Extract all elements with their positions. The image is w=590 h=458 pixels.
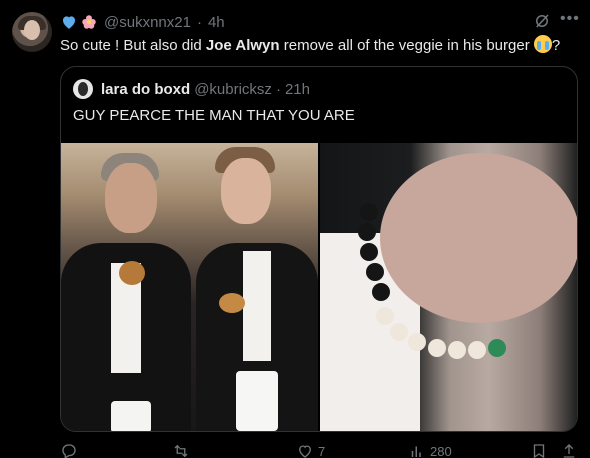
tweet-text-part: ? — [551, 37, 561, 54]
flower-icon — [82, 15, 96, 29]
views-button[interactable]: 280 — [408, 442, 452, 458]
views-chart-icon — [411, 446, 421, 457]
tweet-text-part: remove all of the veggie in his burger — [279, 37, 534, 54]
tweet-time[interactable]: 4h — [208, 14, 225, 31]
avatar[interactable] — [12, 12, 52, 52]
reply-button[interactable] — [60, 442, 82, 458]
more-options-icon[interactable]: ••• — [560, 11, 580, 30]
share-icon — [563, 444, 575, 458]
share-button[interactable] — [560, 442, 578, 458]
heart-icon — [299, 445, 311, 458]
crying-face-icon — [533, 35, 552, 53]
action-bar: 7 280 — [60, 442, 580, 458]
quote-author-handle[interactable]: @kubricksz — [194, 81, 272, 98]
quote-avatar[interactable] — [73, 79, 93, 99]
grok-icon[interactable] — [533, 12, 551, 30]
retweet-icon — [174, 444, 188, 458]
quote-time[interactable]: 21h — [285, 81, 310, 98]
quote-text: GUY PEARCE THE MAN THAT YOU ARE — [73, 107, 355, 124]
tweet-header: @sukxnnx21 · 4h — [60, 12, 225, 32]
views-count: 280 — [430, 443, 452, 458]
separator-dot: · — [275, 80, 281, 98]
bookmark-button[interactable] — [530, 442, 548, 458]
tweet-text-part: So cute ! But also did — [60, 37, 206, 54]
reply-icon — [62, 444, 76, 458]
photo-beaded-bracelet[interactable] — [320, 143, 577, 431]
quote-author-name[interactable]: lara do boxd — [101, 81, 190, 98]
quote-header: lara do boxd @kubricksz · 21h — [101, 79, 310, 99]
tweet[interactable]: @sukxnnx21 · 4h ••• So cute ! But also d… — [0, 0, 590, 458]
retweet-button[interactable] — [172, 442, 194, 458]
like-button[interactable]: 7 — [296, 442, 325, 458]
photo-two-men-eating-burgers[interactable] — [61, 143, 318, 431]
tweet-text: So cute ! But also did Joe Alwyn remove … — [60, 35, 580, 56]
bookmark-icon — [533, 444, 545, 458]
quoted-tweet[interactable]: lara do boxd @kubricksz · 21h GUY PEARCE… — [60, 66, 578, 432]
mention-joe-alwyn: Joe Alwyn — [205, 37, 280, 54]
blue-heart-icon — [63, 16, 75, 29]
author-handle[interactable]: @sukxnnx21 — [104, 14, 191, 31]
like-count: 7 — [318, 443, 326, 458]
separator-dot: · — [196, 13, 202, 31]
